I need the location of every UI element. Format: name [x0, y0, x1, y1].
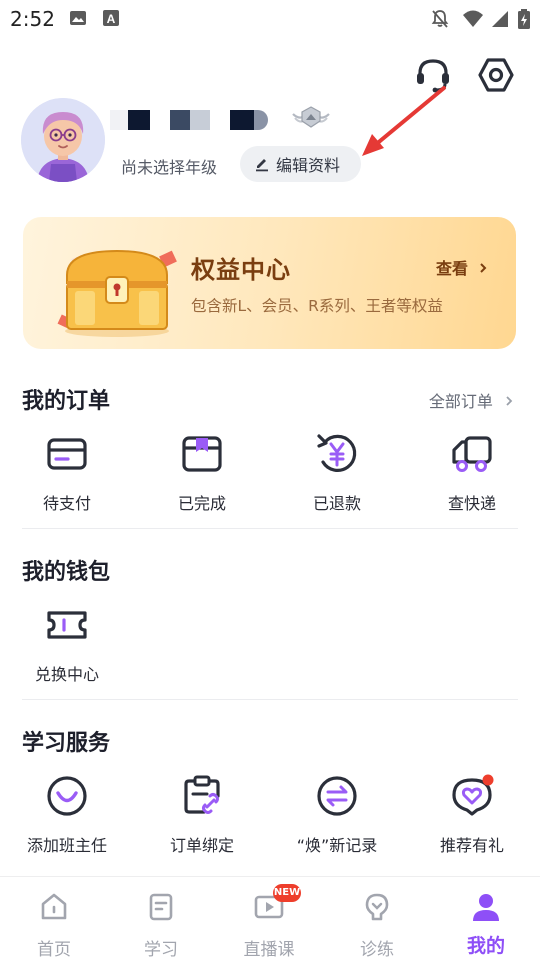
nav-mine-label: 我的: [466, 935, 505, 957]
nav-home[interactable]: 首页: [4, 891, 104, 960]
nav-live-label: 直播课: [243, 940, 295, 960]
order-pending-payment[interactable]: 待支付: [17, 432, 117, 514]
add-head-teacher[interactable]: 添加班主任: [17, 774, 117, 856]
all-orders-link[interactable]: 全部订单: [429, 388, 514, 412]
level-badge-icon: [292, 106, 330, 128]
edit-profile-label: 编辑资料: [276, 156, 341, 175]
wallet-section-title: 我的钱包: [22, 560, 111, 585]
renewal-record[interactable]: “焕”新记录: [287, 774, 387, 856]
settings-button[interactable]: [477, 56, 515, 94]
heart-bubble-icon: [452, 774, 494, 816]
person-icon: [473, 894, 499, 921]
redeem-center[interactable]: 兑换中心: [17, 603, 117, 685]
order-binding-label: 订单绑定: [169, 836, 234, 855]
customer-service-icon: [417, 59, 449, 93]
username-redacted: [110, 108, 290, 132]
settings-icon: [478, 58, 514, 92]
order-track-delivery[interactable]: 查快递: [422, 432, 522, 514]
services-section-title: 学习服务: [22, 731, 111, 756]
benefit-center-card[interactable]: 权益中心 查看 包含新L、会员、R系列、王者等权益: [23, 217, 516, 349]
bulb-icon: [365, 893, 389, 921]
signal-icon: [492, 11, 508, 27]
order-binding[interactable]: 订单绑定: [152, 774, 252, 856]
referral-reward[interactable]: 推荐有礼: [422, 774, 522, 856]
benefit-view-link[interactable]: 查看: [436, 255, 488, 279]
bottom-nav: 首页 学习 直播课 诊练 我的: [0, 876, 540, 960]
section-divider: [22, 699, 518, 700]
redeem-center-label: 兑换中心: [34, 665, 99, 684]
customer-service-button[interactable]: [414, 56, 452, 94]
order-completed-label: 已完成: [177, 494, 226, 513]
battery-icon: [518, 9, 530, 29]
card-icon: [47, 438, 87, 470]
nav-study-label: 学习: [144, 940, 178, 960]
nav-live[interactable]: 直播课: [219, 891, 319, 960]
truck-icon: [452, 436, 492, 472]
grade-text[interactable]: 尚未选择年级: [121, 154, 217, 178]
exchange-icon: [317, 776, 357, 816]
order-completed[interactable]: 已完成: [152, 432, 252, 514]
pencil-icon: [256, 159, 268, 172]
notifications-off-icon: [431, 10, 449, 28]
chevron-right-icon: [479, 263, 487, 273]
status-bar: 2:52 A: [0, 0, 540, 36]
all-orders-label: 全部订单: [428, 392, 493, 411]
order-refunded[interactable]: 已退款: [287, 432, 387, 514]
renewal-record-label: “焕”新记录: [296, 836, 378, 855]
avatar-illustration: [21, 98, 105, 182]
order-refunded-label: 已退款: [312, 494, 361, 513]
smile-icon: [47, 776, 87, 816]
section-divider: [22, 528, 518, 529]
ticket-icon: [47, 611, 87, 639]
order-pending-label: 待支付: [42, 494, 91, 513]
edit-profile-button[interactable]: 编辑资料: [240, 146, 361, 182]
clipboard-link-icon: [184, 775, 220, 814]
chevron-right-icon: [506, 396, 513, 406]
document-icon: [149, 893, 173, 921]
svg-text:A: A: [107, 12, 116, 26]
referral-reward-label: 推荐有礼: [439, 836, 504, 855]
nav-home-label: 首页: [37, 940, 71, 960]
treasure-chest-icon: [57, 249, 177, 337]
orders-section-title: 我的订单: [22, 389, 111, 414]
nav-mine[interactable]: 我的: [436, 891, 536, 958]
benefit-description: 包含新L、会员、R系列、王者等权益: [191, 297, 443, 315]
image-icon: [70, 11, 86, 25]
nav-diagnose[interactable]: 诊练: [327, 891, 427, 960]
avatar[interactable]: [21, 98, 105, 182]
yen-refund-icon: [317, 434, 357, 472]
order-track-label: 查快递: [447, 494, 496, 513]
benefit-view-label: 查看: [436, 259, 469, 278]
status-time: 2:52: [10, 7, 55, 31]
home-icon: [41, 893, 67, 920]
wifi-icon: [463, 10, 483, 27]
nav-diagnose-label: 诊练: [360, 940, 394, 960]
benefit-title: 权益中心: [191, 256, 291, 284]
new-badge: NEW: [273, 884, 301, 902]
bookmark-box-icon: [182, 436, 222, 472]
add-head-teacher-label: 添加班主任: [26, 836, 107, 855]
nav-study[interactable]: 学习: [111, 891, 211, 960]
a-letter-icon: A: [103, 10, 119, 26]
